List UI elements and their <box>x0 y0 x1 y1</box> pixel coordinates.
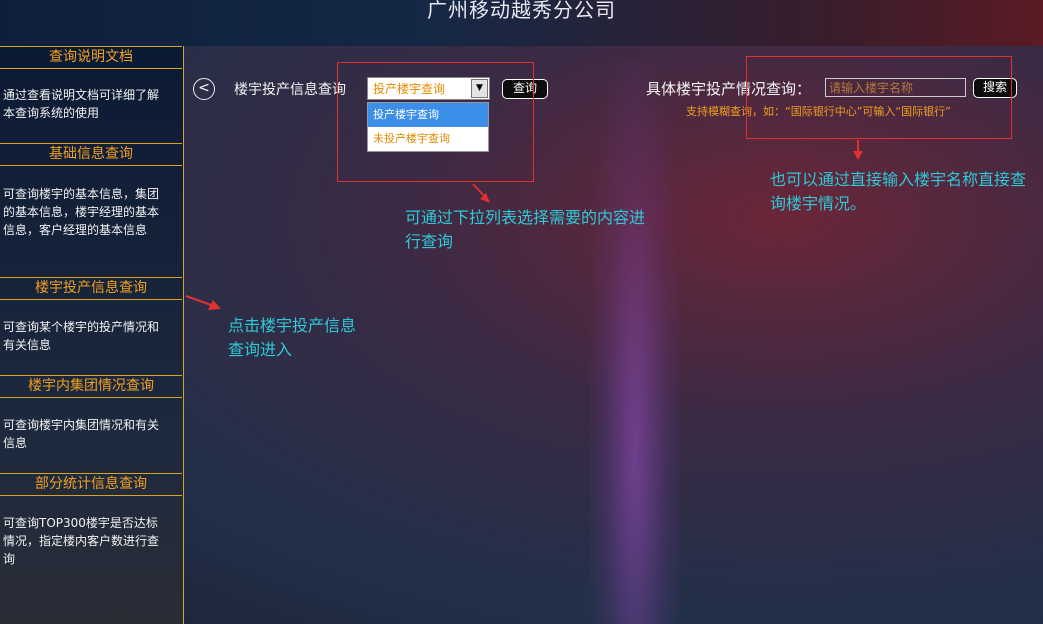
arrow-to-sidebar <box>185 295 221 310</box>
annotation-arrows <box>185 140 863 310</box>
arrow-to-dropdown-note <box>472 183 490 203</box>
annotation-dropdown-note: 可通过下拉列表选择需要的内容进行查询 <box>405 208 646 251</box>
arrow-to-search-note <box>853 140 863 160</box>
annotation-sidebar-note: 点击楼宇投产信息查询进入 <box>228 316 357 359</box>
annotation-search-note: 也可以通过直接输入楼宇名称直接查询楼宇情况。 <box>770 170 1027 213</box>
